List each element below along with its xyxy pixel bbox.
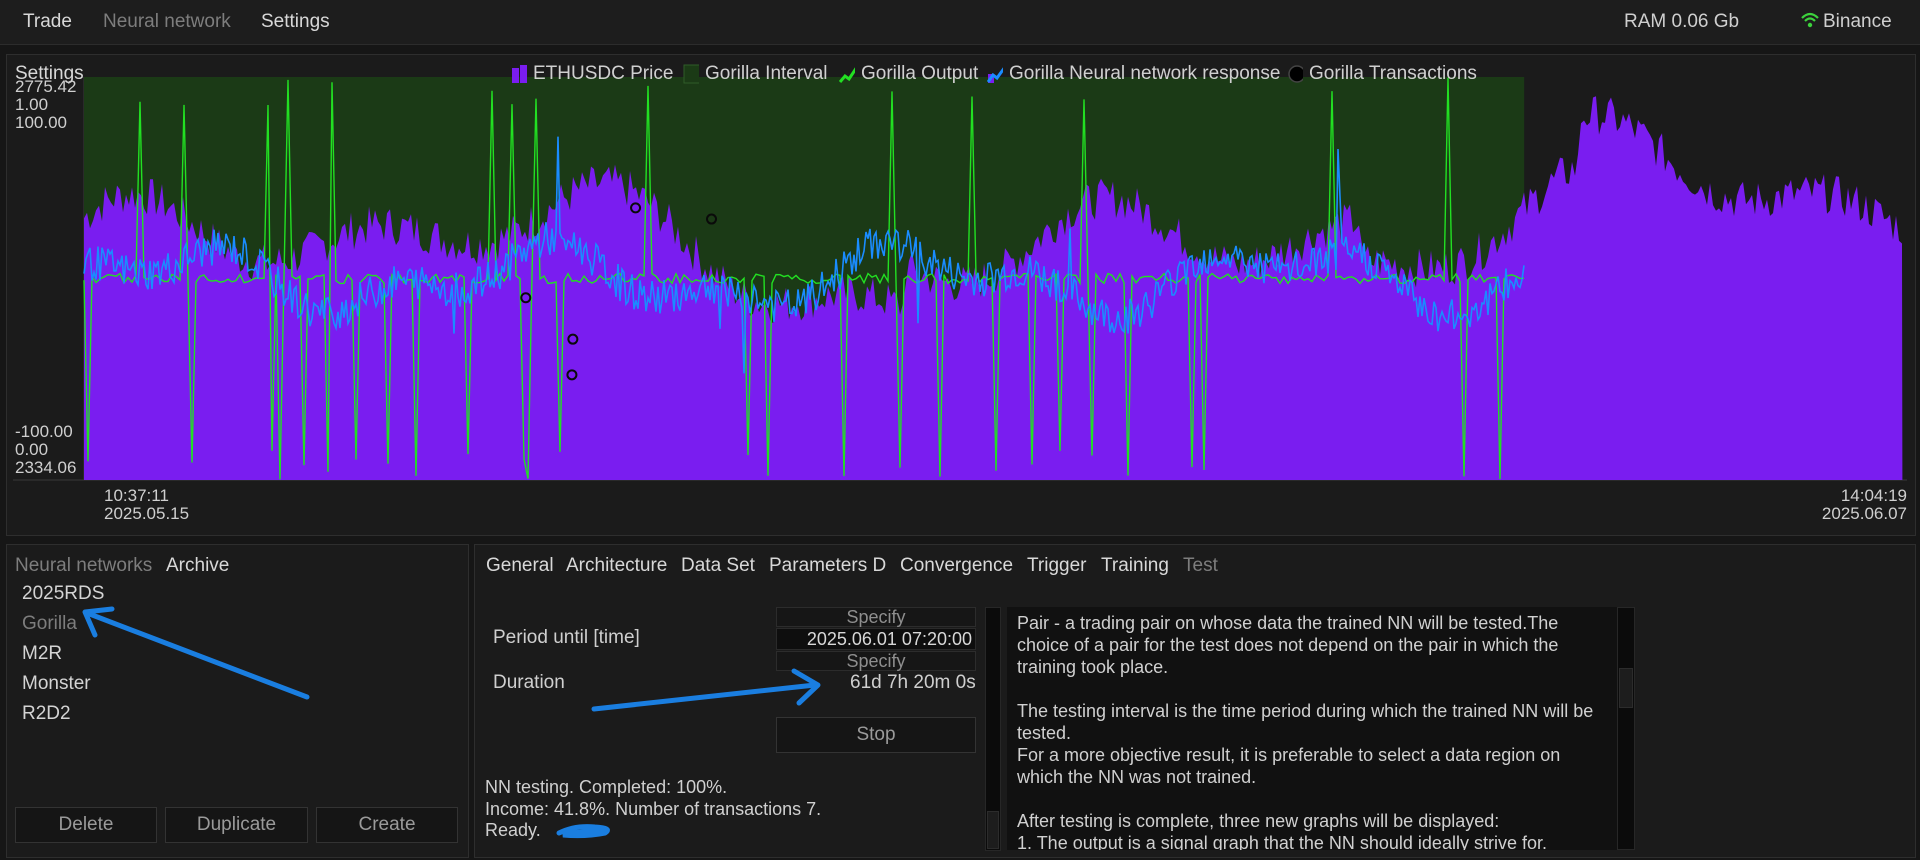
legend-gorilla-response[interactable]: Gorilla Neural network response <box>987 63 1280 85</box>
y-label-response-max: 100.00 <box>15 113 67 132</box>
x-label-end: 14:04:19 2025.06.07 <box>1822 487 1907 523</box>
nn-item-2025rds[interactable]: 2025RDS <box>22 583 104 605</box>
legend-gorilla-output[interactable]: Gorilla Output <box>839 63 978 85</box>
tab-test[interactable]: Test <box>1183 555 1218 577</box>
x-label-start: 10:37:11 2025.05.15 <box>104 487 189 523</box>
annotation-arrow <box>591 668 821 712</box>
y-labels-top: 2775.42 1.00 100.00 <box>15 78 76 132</box>
y-label-price-max: 2775.42 <box>15 77 77 96</box>
legend-label: ETHUSDC Price <box>533 63 674 84</box>
tab-archive[interactable]: Archive <box>166 555 229 577</box>
x-start-date: 2025.05.15 <box>104 504 190 523</box>
top-menu-bar: Trade Neural network Settings RAM 0.06 G… <box>0 0 1920 45</box>
left-scrollbar-thumb[interactable] <box>987 811 999 849</box>
response-line-icon <box>987 67 1003 83</box>
help-paragraph-graphs: After testing is complete, three new gra… <box>1017 811 1547 850</box>
menu-settings[interactable]: Settings <box>261 11 330 33</box>
nn-settings-panel: General Architecture Data Set Parameters… <box>474 544 1916 858</box>
legend-label: Gorilla Output <box>861 63 979 84</box>
help-paragraph-pair: Pair - a trading pair on whose data the … <box>1017 613 1559 677</box>
y-label-output-min: 0.00 <box>15 440 49 459</box>
help-paragraph-interval: The testing interval is the time period … <box>1017 701 1594 787</box>
chart-panel: Settings ETHUSDC Price Gorilla Interval … <box>6 54 1916 536</box>
tab-training[interactable]: Training <box>1101 555 1169 577</box>
create-button[interactable]: Create <box>316 807 458 843</box>
tab-convergence[interactable]: Convergence <box>900 555 1013 577</box>
x-end-date: 2025.06.07 <box>1821 504 1907 523</box>
nn-item-m2r[interactable]: M2R <box>22 643 62 665</box>
menu-neural-network[interactable]: Neural network <box>103 11 231 33</box>
log-ready: Ready. <box>485 820 541 840</box>
annotation-arrow <box>82 606 310 700</box>
tab-general[interactable]: General <box>486 555 554 577</box>
y-label-price-min: 2334.06 <box>15 458 77 477</box>
tab-parameters-d[interactable]: Parameters D <box>769 555 886 577</box>
delete-button[interactable]: Delete <box>15 807 157 843</box>
legend-gorilla-transactions[interactable]: Gorilla Transactions <box>1287 63 1477 85</box>
help-text-box: Pair - a trading pair on whose data the … <box>1007 607 1621 850</box>
period-until-input[interactable] <box>776 628 976 650</box>
exchange-name[interactable]: Binance <box>1823 11 1892 33</box>
neural-networks-panel: Neural networks Archive 2025RDS Gorilla … <box>6 544 469 858</box>
log-income: Income: 41.8%. Number of transactions 7. <box>485 799 822 819</box>
output-line-icon <box>839 67 855 83</box>
log-status-progress: NN testing. Completed: 100%. <box>485 777 728 797</box>
y-labels-bottom: -100.00 0.00 2334.06 <box>15 423 76 477</box>
menu-trade[interactable]: Trade <box>23 11 72 33</box>
interval-band-icon <box>683 64 699 84</box>
help-scrollbar-thumb[interactable] <box>1619 668 1633 708</box>
y-label-output-max: 1.00 <box>15 95 49 114</box>
nn-item-gorilla[interactable]: Gorilla <box>22 613 77 635</box>
left-scrollbar[interactable] <box>985 607 1001 851</box>
legend-label: Gorilla Interval <box>705 63 828 84</box>
tab-data-set[interactable]: Data Set <box>681 555 755 577</box>
price-chart[interactable] <box>7 55 1915 535</box>
price-area-icon <box>512 65 527 83</box>
wifi-icon <box>1800 11 1820 34</box>
duration-label: Duration <box>493 672 565 693</box>
tab-architecture[interactable]: Architecture <box>566 555 667 577</box>
legend-label: Gorilla Neural network response <box>1009 63 1281 84</box>
x-start-time: 10:37:11 <box>104 486 169 505</box>
tab-neural-networks[interactable]: Neural networks <box>15 555 152 577</box>
legend-eth-price[interactable]: ETHUSDC Price <box>511 63 673 85</box>
ram-usage: RAM 0.06 Gb <box>1624 11 1740 32</box>
nn-item-r2d2[interactable]: R2D2 <box>22 703 71 725</box>
transaction-circle-icon <box>1288 65 1303 83</box>
stop-button[interactable]: Stop <box>776 717 976 753</box>
legend-gorilla-interval[interactable]: Gorilla Interval <box>683 63 828 85</box>
y-label-response-min: -100.00 <box>15 422 73 441</box>
help-scrollbar[interactable] <box>1617 607 1635 850</box>
legend-label: Gorilla Transactions <box>1309 63 1477 84</box>
specify-period-start-button[interactable]: Specify <box>776 607 976 627</box>
tab-trigger[interactable]: Trigger <box>1027 555 1086 577</box>
duplicate-button[interactable]: Duplicate <box>165 807 308 843</box>
x-end-time: 14:04:19 <box>1840 486 1907 505</box>
period-label: Period until [time] <box>493 627 640 648</box>
annotation-scribble <box>556 824 610 839</box>
duration-value: 61d 7h 20m 0s <box>850 672 976 693</box>
